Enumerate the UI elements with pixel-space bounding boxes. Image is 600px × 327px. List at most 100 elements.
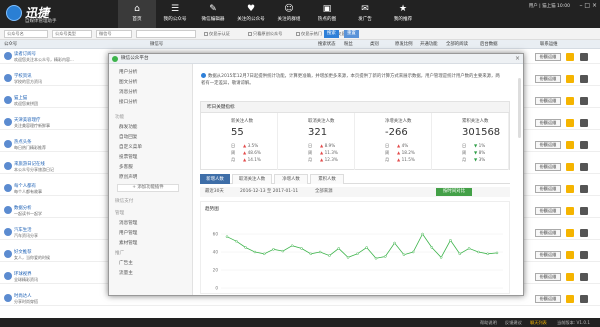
contact-button[interactable]: 份额运维 <box>535 141 561 149</box>
sidebar-item[interactable]: 素材管理 <box>119 240 137 246</box>
star-icon[interactable] <box>566 295 574 303</box>
date-range[interactable]: 2016-12-13 至 2017-01-11 <box>240 187 298 197</box>
nav-account[interactable]: ☰ 我的公众号 <box>156 0 194 28</box>
column-header[interactable]: 粉丝 <box>344 41 353 47</box>
sidebar-item[interactable]: 广告主 <box>119 260 133 266</box>
data-point[interactable] <box>467 247 471 250</box>
hot-checkbox[interactable]: 仅显示热门 <box>296 31 322 37</box>
data-point[interactable] <box>495 251 499 255</box>
column-header[interactable]: 开通功能 <box>420 41 438 47</box>
more-icon[interactable] <box>580 229 588 237</box>
data-point[interactable] <box>402 253 406 256</box>
star-icon[interactable] <box>566 163 574 171</box>
data-point[interactable] <box>346 256 350 259</box>
data-point[interactable] <box>430 246 434 249</box>
more-icon[interactable] <box>580 119 588 127</box>
nav-recommend[interactable]: ★ 我的推荐 <box>384 0 422 28</box>
star-icon[interactable] <box>566 141 574 149</box>
original-checkbox[interactable]: 只看原创公众号 <box>248 31 282 37</box>
column-header[interactable]: 全部的阅读 <box>446 41 468 47</box>
data-point[interactable] <box>337 247 340 250</box>
sidebar-item[interactable]: 图文分析 <box>119 79 137 85</box>
reset-button[interactable]: 重置 <box>344 30 359 38</box>
contact-button[interactable]: 份额运维 <box>535 97 561 105</box>
close-icon[interactable]: × <box>515 54 520 64</box>
contact-button[interactable]: 份额运维 <box>535 295 561 303</box>
column-header[interactable]: 联系运维 <box>540 41 558 47</box>
feedback-link[interactable]: 反馈建议 <box>505 320 522 326</box>
nav-image[interactable]: ▣ 热点的图 <box>308 0 346 28</box>
sidebar-item[interactable]: 原创声明 <box>119 174 137 180</box>
data-point[interactable] <box>300 247 303 250</box>
column-header[interactable]: 搜索状态 <box>318 41 336 47</box>
data-point[interactable] <box>421 232 424 236</box>
star-icon[interactable] <box>566 251 574 259</box>
data-point[interactable] <box>477 250 480 254</box>
keyword-input[interactable] <box>136 30 196 38</box>
data-point[interactable] <box>281 249 285 253</box>
column-header[interactable]: 类别 <box>370 41 379 47</box>
contact-button[interactable]: 份额运维 <box>535 207 561 215</box>
popup-scrollbar[interactable] <box>518 78 521 138</box>
contact-button[interactable]: 份额运维 <box>535 163 561 171</box>
contact-button[interactable]: 份额运维 <box>535 251 561 259</box>
sidebar-item[interactable]: 用户管理 <box>119 230 137 236</box>
nav-group[interactable]: ☺ 关注的群组 <box>270 0 308 28</box>
metric-tab[interactable]: 取消关注人数 <box>232 174 272 184</box>
data-point[interactable] <box>290 244 294 247</box>
verified-checkbox[interactable]: 仅显示认证 <box>204 31 230 37</box>
more-icon[interactable] <box>580 295 588 303</box>
sidebar-item[interactable]: 投票管理 <box>119 154 137 160</box>
data-point[interactable] <box>328 254 331 257</box>
window-controls[interactable]: – □ × <box>579 2 597 9</box>
more-icon[interactable] <box>580 53 588 61</box>
star-icon[interactable] <box>566 207 574 215</box>
more-icon[interactable] <box>580 97 588 105</box>
data-point[interactable] <box>318 250 322 254</box>
more-icon[interactable] <box>580 273 588 281</box>
data-point[interactable] <box>309 252 313 256</box>
more-icon[interactable] <box>580 163 588 171</box>
add-plugin-button[interactable]: + 添加功能插件 <box>117 184 179 192</box>
more-icon[interactable] <box>580 185 588 193</box>
contact-button[interactable]: 份额运维 <box>535 185 561 193</box>
metric-tab[interactable]: 净增人数 <box>274 174 308 184</box>
data-point[interactable] <box>272 248 275 251</box>
data-point[interactable] <box>439 256 443 259</box>
sidebar-item[interactable]: 流量主 <box>119 270 133 276</box>
contact-button[interactable]: 份额运维 <box>535 119 561 127</box>
sidebar-item-pay[interactable]: 微信支付 <box>115 198 133 204</box>
chat-list-link[interactable]: 聊天列表 <box>530 320 547 326</box>
data-point[interactable] <box>235 239 238 243</box>
column-header[interactable]: 后台数据 <box>480 41 498 47</box>
more-icon[interactable] <box>580 207 588 215</box>
sidebar-item[interactable]: 消息管理 <box>119 220 137 226</box>
nav-follow[interactable]: ♥ 关注的公众号 <box>232 0 270 28</box>
data-point[interactable] <box>411 250 415 254</box>
help-link[interactable]: 帮助说明 <box>480 320 497 326</box>
account-name-input[interactable]: 公众号名 <box>4 30 48 38</box>
data-point[interactable] <box>262 252 266 256</box>
nav-ad[interactable]: ✉ 发广告 <box>346 0 384 28</box>
contact-button[interactable]: 份额运维 <box>535 273 561 281</box>
star-icon[interactable] <box>566 97 574 105</box>
channel-select[interactable]: 全部来源 <box>315 187 333 197</box>
data-point[interactable] <box>356 252 359 256</box>
search-button[interactable]: 搜索 <box>324 30 339 38</box>
column-header[interactable]: 公众号 <box>4 41 17 47</box>
range-select[interactable]: 最近30天 <box>205 187 224 197</box>
star-icon[interactable] <box>566 273 574 281</box>
data-point[interactable] <box>449 239 452 242</box>
wechat-id-select[interactable]: 微信号 <box>96 30 132 38</box>
metric-tab[interactable]: 新增人数 <box>200 174 230 184</box>
data-point[interactable] <box>393 241 396 245</box>
sidebar-item[interactable]: 接口分析 <box>119 99 137 105</box>
star-icon[interactable] <box>566 53 574 61</box>
data-point[interactable] <box>225 235 229 238</box>
data-point[interactable] <box>486 252 489 256</box>
sidebar-item[interactable]: 自定义菜单 <box>119 144 142 150</box>
star-icon[interactable] <box>566 229 574 237</box>
more-icon[interactable] <box>580 141 588 149</box>
data-point[interactable] <box>365 246 368 249</box>
sidebar-item[interactable]: 消息分析 <box>119 89 137 95</box>
